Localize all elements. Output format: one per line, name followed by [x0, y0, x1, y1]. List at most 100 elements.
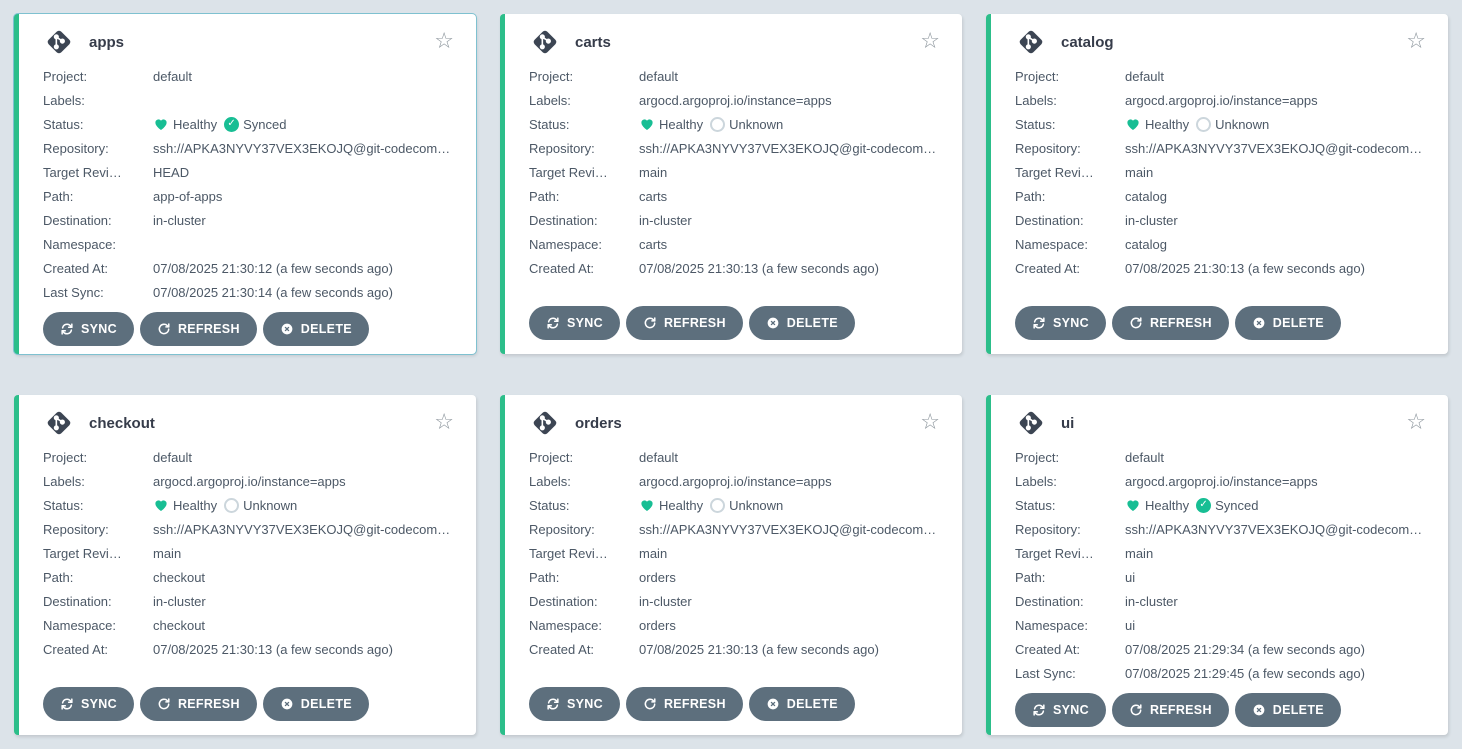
refresh-button[interactable]: REFRESH — [140, 687, 257, 721]
destination-label: Destination: — [1015, 594, 1125, 609]
favorite-star-icon[interactable]: ☆ — [920, 31, 940, 53]
status-value: Healthy Unknown — [639, 497, 783, 513]
health-heart-icon — [1125, 497, 1141, 513]
refresh-button[interactable]: REFRESH — [140, 312, 257, 346]
health-heart-icon — [1125, 116, 1141, 132]
refresh-button-label: REFRESH — [178, 322, 240, 336]
repository-value: ssh://APKA3NYVY37VEX3EKOJQ@git-codecom… — [1125, 522, 1422, 537]
sync-button[interactable]: SYNC — [529, 687, 620, 721]
project-label: Project: — [529, 69, 639, 84]
refresh-button[interactable]: REFRESH — [1112, 693, 1229, 727]
refresh-button[interactable]: REFRESH — [626, 306, 743, 340]
target-revision-value: main — [1125, 546, 1153, 561]
refresh-button[interactable]: REFRESH — [1112, 306, 1229, 340]
delete-button-label: DELETE — [301, 322, 352, 336]
path-label: Path: — [1015, 570, 1125, 585]
created-at-label: Created At: — [43, 642, 153, 657]
repository-label: Repository: — [1015, 522, 1125, 537]
destination-value: in-cluster — [1125, 213, 1178, 228]
sync-button[interactable]: SYNC — [43, 687, 134, 721]
app-name: orders — [575, 415, 622, 432]
refresh-button-label: REFRESH — [664, 697, 726, 711]
delete-button[interactable]: DELETE — [1235, 693, 1341, 727]
app-card-catalog[interactable]: catalog ☆ Project:default Labels:argocd.… — [986, 14, 1448, 354]
favorite-star-icon[interactable]: ☆ — [920, 412, 940, 434]
sync-arrows-icon — [1032, 316, 1046, 330]
application-icon — [43, 26, 75, 58]
sync-status-icon — [224, 117, 239, 132]
delete-button[interactable]: DELETE — [749, 687, 855, 721]
delete-button-label: DELETE — [787, 697, 838, 711]
favorite-star-icon[interactable]: ☆ — [1406, 31, 1426, 53]
target-revision-label: Target Revi… — [529, 546, 639, 561]
delete-button[interactable]: DELETE — [1235, 306, 1341, 340]
namespace-value: catalog — [1125, 237, 1167, 252]
status-value: Healthy Unknown — [639, 116, 783, 132]
applications-tiles-grid: apps ☆ Project:default Labels: Status: H… — [14, 14, 1448, 735]
namespace-value: orders — [639, 618, 676, 633]
delete-button[interactable]: DELETE — [263, 312, 369, 346]
card-actions: SYNC REFRESH DELETE — [1015, 685, 1426, 727]
namespace-value: checkout — [153, 618, 205, 633]
created-at-value: 07/08/2025 21:30:12 (a few seconds ago) — [153, 261, 393, 276]
app-card-checkout[interactable]: checkout ☆ Project:default Labels:argocd… — [14, 395, 476, 735]
sync-button[interactable]: SYNC — [529, 306, 620, 340]
namespace-label: Namespace: — [529, 237, 639, 252]
repository-label: Repository: — [529, 522, 639, 537]
app-card-apps[interactable]: apps ☆ Project:default Labels: Status: H… — [14, 14, 476, 354]
sync-button[interactable]: SYNC — [1015, 693, 1106, 727]
destination-label: Destination: — [43, 594, 153, 609]
redo-arrow-icon — [1129, 316, 1143, 330]
path-value: ui — [1125, 570, 1135, 585]
target-revision-value: main — [639, 546, 667, 561]
favorite-star-icon[interactable]: ☆ — [1406, 412, 1426, 434]
application-icon — [1015, 26, 1047, 58]
created-at-value: 07/08/2025 21:30:13 (a few seconds ago) — [639, 642, 879, 657]
favorite-star-icon[interactable]: ☆ — [434, 412, 454, 434]
status-label: Status: — [529, 498, 639, 513]
path-label: Path: — [43, 570, 153, 585]
app-card-carts[interactable]: carts ☆ Project:default Labels:argocd.ar… — [500, 14, 962, 354]
sync-status-icon — [710, 498, 725, 513]
labels-value: argocd.argoproj.io/instance=apps — [639, 474, 832, 489]
delete-button-label: DELETE — [1273, 703, 1324, 717]
last-sync-label: Last Sync: — [1015, 666, 1125, 681]
path-value: carts — [639, 189, 667, 204]
sync-status-text: Synced — [243, 117, 286, 132]
sync-button[interactable]: SYNC — [43, 312, 134, 346]
destination-label: Destination: — [1015, 213, 1125, 228]
target-revision-value: main — [153, 546, 181, 561]
application-icon — [529, 407, 561, 439]
favorite-star-icon[interactable]: ☆ — [434, 31, 454, 53]
delete-button[interactable]: DELETE — [263, 687, 369, 721]
card-header: orders ☆ — [529, 407, 940, 439]
redo-arrow-icon — [643, 697, 657, 711]
app-card-orders[interactable]: orders ☆ Project:default Labels:argocd.a… — [500, 395, 962, 735]
sync-button-label: SYNC — [567, 316, 603, 330]
project-value: default — [1125, 69, 1164, 84]
health-heart-icon — [639, 497, 655, 513]
project-label: Project: — [43, 450, 153, 465]
refresh-button[interactable]: REFRESH — [626, 687, 743, 721]
repository-value: ssh://APKA3NYVY37VEX3EKOJQ@git-codecom… — [153, 522, 450, 537]
created-at-label: Created At: — [1015, 261, 1125, 276]
app-card-ui[interactable]: ui ☆ Project:default Labels:argocd.argop… — [986, 395, 1448, 735]
health-text: Healthy — [1145, 117, 1189, 132]
sync-status-text: Unknown — [729, 498, 783, 513]
card-actions: SYNC REFRESH DELETE — [529, 679, 940, 721]
card-actions: SYNC REFRESH DELETE — [43, 679, 454, 721]
redo-arrow-icon — [157, 697, 171, 711]
delete-button[interactable]: DELETE — [749, 306, 855, 340]
sync-button[interactable]: SYNC — [1015, 306, 1106, 340]
status-value: Healthy Synced — [153, 116, 286, 132]
labels-label: Labels: — [1015, 93, 1125, 108]
times-circle-icon — [280, 697, 294, 711]
project-label: Project: — [1015, 450, 1125, 465]
destination-label: Destination: — [529, 213, 639, 228]
namespace-label: Namespace: — [529, 618, 639, 633]
labels-value: argocd.argoproj.io/instance=apps — [1125, 93, 1318, 108]
labels-label: Labels: — [529, 93, 639, 108]
sync-button-label: SYNC — [81, 697, 117, 711]
health-heart-icon — [153, 116, 169, 132]
last-sync-value: 07/08/2025 21:30:14 (a few seconds ago) — [153, 285, 393, 300]
